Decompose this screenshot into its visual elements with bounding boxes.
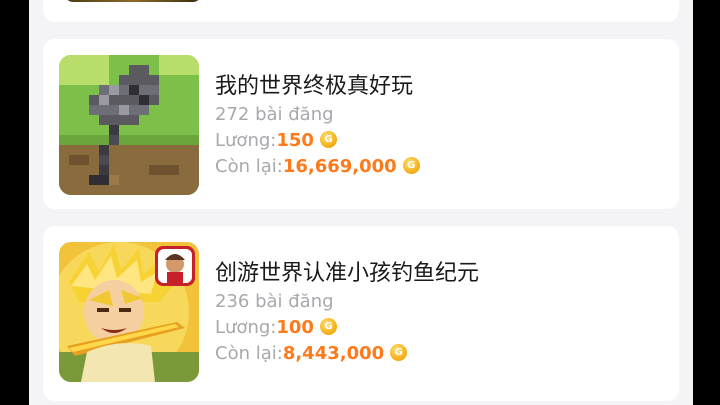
anime-hero-icon — [59, 242, 199, 382]
remaining-row: Còn lại:16,669,000 — [215, 154, 420, 180]
remaining-label: Còn lại: — [215, 343, 283, 364]
game-card[interactable]: 创游世界认准小孩钓鱼纪元 236 bài đăng Lương:100 Còn … — [43, 226, 679, 401]
game-card[interactable]: 我的世界终极真好玩 272 bài đăng Lương:150 Còn lại… — [43, 39, 679, 209]
salary-label: Lương: — [215, 130, 277, 151]
salary-row: Lương:150 — [215, 128, 420, 154]
salary-label: Lương: — [215, 317, 277, 338]
post-count: 236 bài đăng — [215, 291, 334, 312]
coin-icon — [390, 344, 408, 361]
game-info: 创游世界认准小孩钓鱼纪元 236 bài đăng Lương:100 Còn … — [215, 259, 479, 367]
post-count: 272 bài đăng — [215, 104, 334, 125]
game-title: 创游世界认准小孩钓鱼纪元 — [215, 261, 480, 286]
previous-game-card[interactable] — [43, 0, 679, 22]
game-info: 我的世界终极真好玩 272 bài đăng Lương:150 Còn lại… — [215, 72, 420, 180]
coin-icon — [319, 131, 337, 148]
remaining-row: Còn lại:8,443,000 — [215, 341, 479, 367]
remaining-value: 16,669,000 — [282, 156, 397, 177]
pixel-mace-icon — [59, 55, 199, 195]
remaining-value: 8,443,000 — [282, 343, 385, 364]
salary-row: Lương:100 — [215, 315, 479, 341]
salary-value: 100 — [276, 317, 314, 338]
salary-value: 150 — [276, 130, 314, 151]
coin-icon — [402, 157, 420, 174]
remaining-label: Còn lại: — [215, 156, 283, 177]
previous-game-thumbnail — [65, 0, 201, 2]
game-title: 我的世界终极真好玩 — [215, 74, 414, 99]
coin-icon — [319, 318, 337, 335]
game-list-screen: 我的世界终极真好玩 272 bài đăng Lương:150 Còn lại… — [29, 0, 693, 405]
